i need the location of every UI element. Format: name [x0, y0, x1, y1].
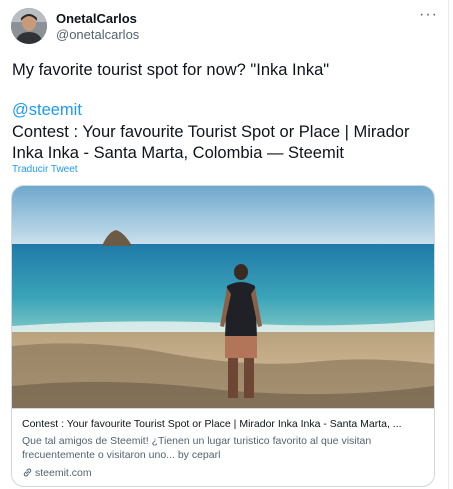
- card-image: [12, 186, 434, 408]
- card-title[interactable]: Contest : Your favourite Tourist Spot or…: [22, 418, 427, 430]
- card-description: Que tal amigos de Steemit! ¿Tienen un lu…: [22, 435, 372, 461]
- mention-link[interactable]: @steemit: [12, 100, 82, 121]
- card-domain-text: steemit.com: [35, 467, 92, 479]
- more-options-icon[interactable]: ···: [419, 6, 438, 24]
- tweet-text-line: My favorite tourist spot for now? "Inka …: [12, 61, 330, 79]
- link-icon: [23, 468, 32, 477]
- tweet-text-title: Contest : Your favourite Tourist Spot or…: [12, 123, 410, 162]
- column-border: [448, 0, 449, 489]
- author-name[interactable]: OnetalCarlos: [56, 11, 137, 26]
- avatar[interactable]: [11, 8, 47, 44]
- card-domain[interactable]: steemit.com: [22, 467, 92, 479]
- link-card[interactable]: Contest : Your favourite Tourist Spot or…: [11, 185, 435, 487]
- card-divider: [12, 408, 434, 409]
- tweet: OnetalCarlos @onetalcarlos ··· My favori…: [0, 0, 453, 489]
- author-handle[interactable]: @onetalcarlos: [56, 27, 139, 42]
- translate-tweet-link[interactable]: Traducir Tweet: [12, 164, 78, 175]
